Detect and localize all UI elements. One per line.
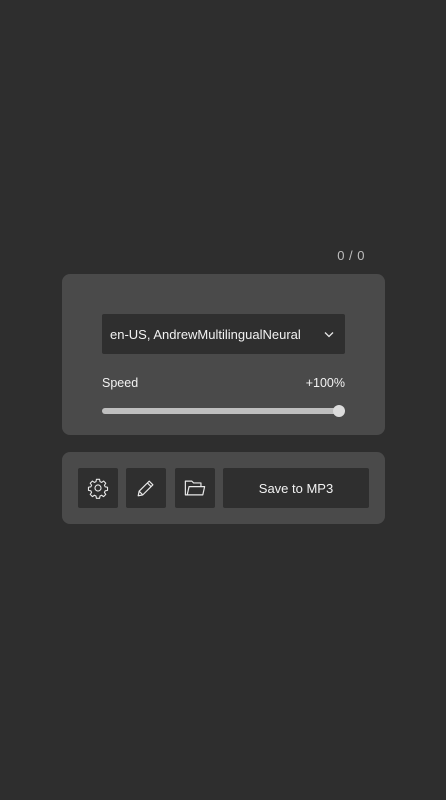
pencil-icon [135, 477, 157, 499]
progress-counter: 0 / 0 [337, 248, 365, 263]
edit-button[interactable] [126, 468, 166, 508]
save-to-mp3-button[interactable]: Save to MP3 [223, 468, 369, 508]
folder-icon [183, 477, 207, 499]
chevron-down-icon [323, 328, 335, 340]
voice-dropdown-value: en-US, AndrewMultilingualNeural [110, 326, 301, 342]
speed-slider-fill [102, 408, 339, 414]
gear-icon [87, 477, 109, 499]
voice-settings-panel: en-US, AndrewMultilingualNeural Speed +1… [62, 274, 385, 435]
open-folder-button[interactable] [175, 468, 215, 508]
speed-slider-thumb[interactable] [333, 405, 345, 417]
voice-dropdown[interactable]: en-US, AndrewMultilingualNeural [102, 314, 345, 354]
speed-slider[interactable] [102, 405, 345, 417]
speed-label: Speed [102, 376, 139, 390]
speed-value: +100% [305, 376, 345, 390]
settings-button[interactable] [78, 468, 118, 508]
actions-panel: Save to MP3 [62, 452, 385, 524]
app-window: 0 / 0 en-US, AndrewMultilingualNeural Sp… [0, 0, 446, 800]
